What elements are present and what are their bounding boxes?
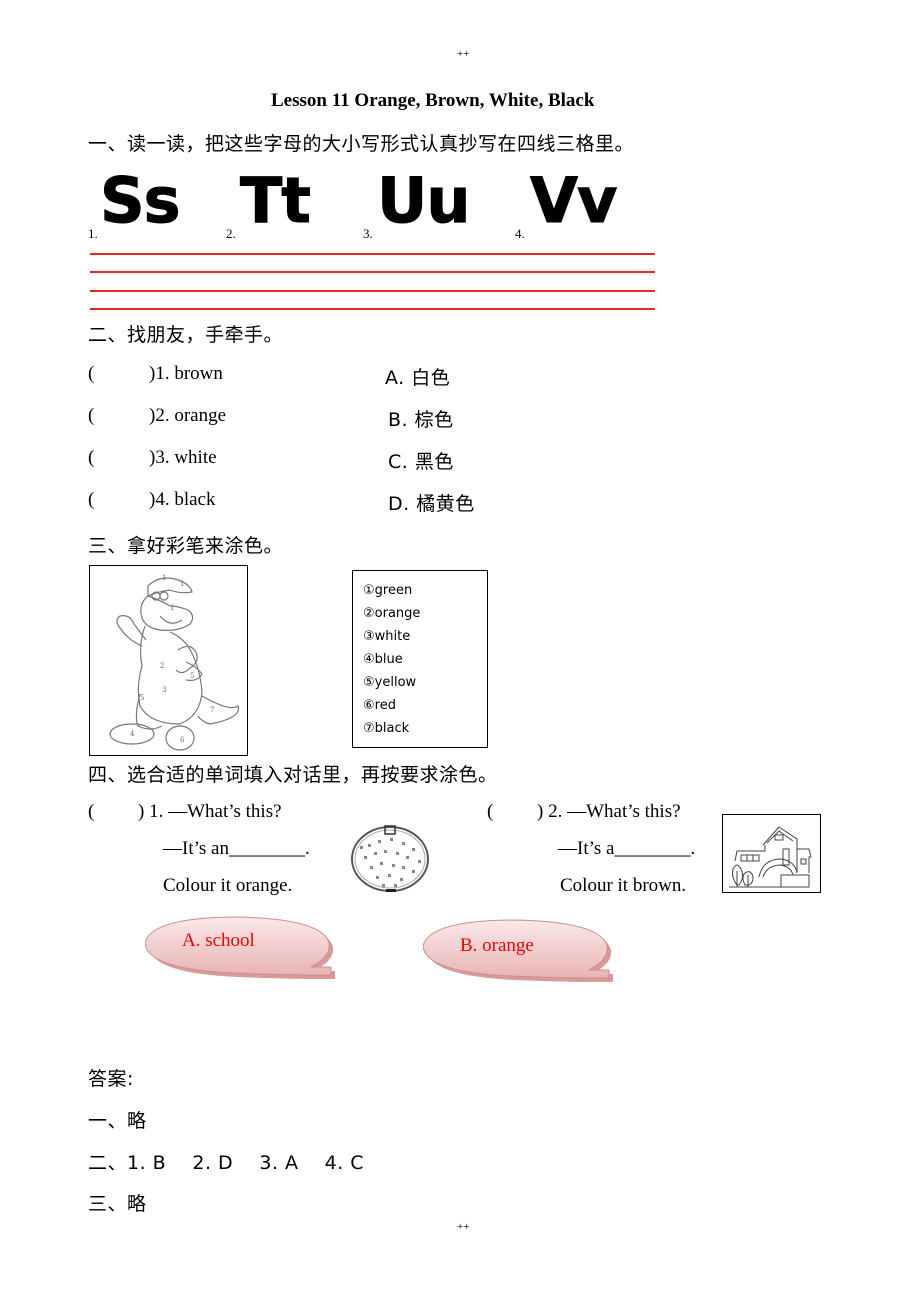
- color-key-item: ②orange: [363, 606, 421, 621]
- match-option: B. 棕色: [388, 409, 454, 431]
- q1-instruction: Colour it orange.: [163, 875, 293, 896]
- color-key-item: ③white: [363, 629, 411, 644]
- q1-question: ) 1. —What’s this?: [138, 801, 282, 822]
- letter-number-4: 4.: [515, 226, 525, 241]
- match-word: )4. black: [149, 489, 216, 510]
- letter-pair-uu: Uu: [376, 164, 470, 237]
- school-icon: [729, 826, 812, 888]
- color-key-item: ①green: [363, 583, 413, 598]
- writing-line-4: [90, 308, 655, 310]
- section1-heading: 一、读一读，把这些字母的大小写形式认真抄写在四线三格里。: [88, 133, 635, 155]
- q2-question: ) 2. —What’s this?: [537, 801, 681, 822]
- answer-line-3: 三、略: [88, 1193, 147, 1215]
- section4-heading: 四、选合适的单词填入对话里，再按要求涂色。: [88, 764, 498, 786]
- footer-mark: ++: [457, 1221, 470, 1233]
- letter-number-2: 2.: [226, 226, 236, 241]
- section3-heading: 三、拿好彩笔来涂色。: [88, 535, 284, 557]
- q1-answer-blank[interactable]: (: [88, 801, 94, 823]
- svg-text:5: 5: [190, 672, 194, 680]
- dinosaur-picture: 1 1 1 2 3 5 7 4 6 5: [89, 565, 248, 756]
- svg-text:4: 4: [130, 730, 135, 738]
- match-word: )3. white: [149, 447, 217, 468]
- q2-instruction: Colour it brown.: [560, 875, 687, 896]
- option-bubble-a[interactable]: A. school: [144, 915, 340, 995]
- header-mark: ++: [457, 48, 470, 60]
- answer-line-2-text: 二、1. B 2. D 3. A 4. C: [88, 1152, 365, 1174]
- svg-text:2: 2: [160, 662, 164, 670]
- match-option: D. 橘黄色: [388, 493, 475, 515]
- page-title: Lesson 11 Orange, Brown, White, Black: [271, 90, 595, 111]
- color-key-item: ⑦black: [363, 721, 410, 736]
- dinosaur-icon: 1 1 1 2 3 5 7 4 6 5: [109, 574, 240, 751]
- match-word: )2. orange: [149, 405, 227, 426]
- svg-text:7: 7: [210, 706, 214, 714]
- letter-pair-vv: Vv: [529, 164, 617, 237]
- orange-icon: [351, 825, 429, 892]
- svg-text:3: 3: [162, 686, 166, 694]
- letter-pair-tt: Tt: [240, 164, 312, 237]
- writing-line-2: [90, 271, 655, 273]
- letter-pair-ss: Ss: [100, 164, 182, 237]
- svg-text:1: 1: [180, 580, 184, 588]
- match-option: C. 黑色: [388, 451, 454, 473]
- letter-number-3: 3.: [363, 226, 373, 241]
- answers-heading: 答案:: [88, 1068, 134, 1090]
- color-key-item: ⑤yellow: [363, 675, 417, 690]
- answer-line-2: 二、1. B 2. D 3. A 4. C: [88, 1148, 364, 1175]
- speech-bubble-icon: [144, 916, 335, 979]
- color-key-box: ①green ②orange ③white ④blue ⑤yellow ⑥red…: [352, 570, 488, 748]
- color-key-item: ④blue: [363, 652, 403, 667]
- option-b-label: B. orange: [460, 935, 534, 956]
- letter-number-1: 1.: [88, 226, 98, 241]
- answer-blank-open[interactable]: (: [88, 489, 94, 511]
- svg-text:1: 1: [162, 574, 166, 582]
- svg-text:5: 5: [140, 694, 144, 702]
- answer-line-1: 一、略: [88, 1110, 147, 1132]
- svg-text:1: 1: [170, 604, 174, 612]
- q2-answer-line: —It’s a________.: [558, 838, 696, 859]
- q2-answer-blank[interactable]: (: [487, 801, 493, 823]
- q1-answer-line: —It’s an________.: [163, 838, 310, 859]
- match-option: A. 白色: [385, 367, 451, 389]
- school-picture: [722, 814, 821, 893]
- orange-fruit-picture: [350, 822, 432, 899]
- writing-line-3: [90, 290, 655, 292]
- option-a-label: A. school: [182, 930, 255, 951]
- svg-text:6: 6: [180, 736, 185, 744]
- answer-blank-open[interactable]: (: [88, 447, 94, 469]
- option-bubble-b[interactable]: B. orange: [422, 918, 618, 998]
- match-word: )1. brown: [149, 363, 223, 384]
- color-key-item: ⑥red: [363, 698, 396, 713]
- writing-line-1: [90, 253, 655, 255]
- section2-heading: 二、找朋友，手牵手。: [88, 324, 284, 346]
- answer-blank-open[interactable]: (: [88, 405, 94, 427]
- answer-blank-open[interactable]: (: [88, 363, 94, 385]
